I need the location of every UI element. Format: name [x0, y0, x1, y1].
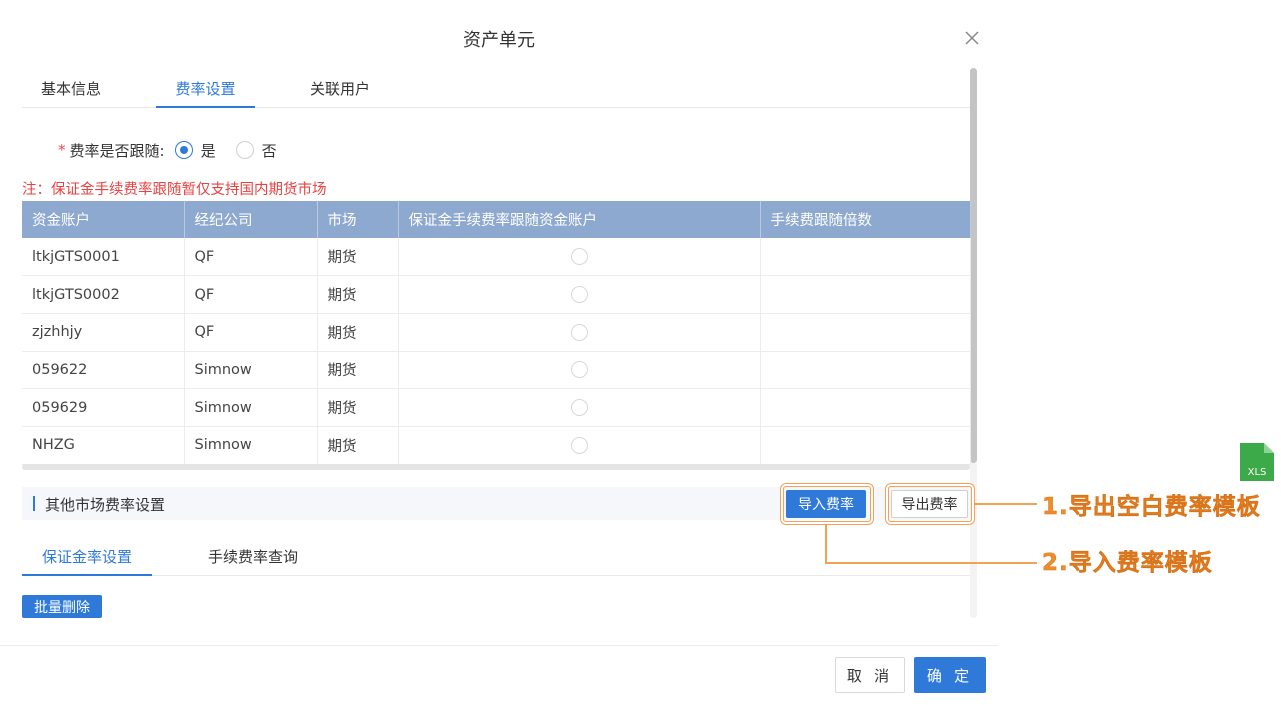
radio-no[interactable] [235, 141, 254, 159]
cancel-button[interactable]: 取 消 [835, 657, 905, 693]
header-follow-account: 保证金手续费率跟随资金账户 [398, 201, 761, 238]
table-row: ltkjGTS0001 QF 期货 [22, 238, 971, 277]
batch-delete-button[interactable]: 批量删除 [22, 595, 102, 618]
cell-follow-multiple[interactable] [760, 388, 971, 427]
cell-follow-account [398, 426, 761, 465]
cell-market: 期货 [317, 351, 399, 390]
cell-account: NHZG [22, 426, 185, 465]
cell-account: zjzhhjy [22, 313, 185, 352]
export-rate-button[interactable]: 导出费率 [891, 490, 968, 518]
rate-follow-field: * 费率是否跟随: 是 否 [58, 138, 283, 162]
radio-yes-label[interactable]: 是 [201, 140, 216, 161]
cell-account: 059622 [22, 351, 185, 390]
header-market: 市场 [317, 201, 399, 238]
import-annotation-text: 2.导入费率模板 [1042, 550, 1213, 577]
tab-fee-rate-query[interactable]: 手续费率查询 [190, 538, 316, 576]
cell-follow-account [398, 238, 761, 277]
close-icon[interactable] [962, 28, 982, 48]
cell-account: ltkjGTS0001 [22, 238, 185, 277]
accounts-table: 资金账户 经纪公司 市场 保证金手续费率跟随资金账户 手续费跟随倍数 ltkjG… [22, 201, 971, 465]
cell-broker: Simnow [184, 351, 318, 390]
cell-account: 059629 [22, 388, 185, 427]
row-radio[interactable] [570, 399, 588, 417]
row-radio[interactable] [570, 248, 588, 266]
cell-follow-account [398, 351, 761, 390]
dialog-title: 资产单元 [463, 30, 535, 51]
top-tabs: 基本信息 费率设置 关联用户 [22, 70, 970, 108]
cell-follow-multiple[interactable] [760, 351, 971, 390]
tab-margin-rate[interactable]: 保证金率设置 [22, 538, 152, 576]
header-follow-multiple: 手续费跟随倍数 [760, 201, 971, 238]
cell-account: ltkjGTS0002 [22, 275, 185, 314]
cell-follow-multiple[interactable] [760, 238, 971, 277]
header-account: 资金账户 [22, 201, 185, 238]
table-row: NHZG Simnow 期货 [22, 426, 971, 465]
import-rate-button[interactable]: 导入费率 [786, 490, 866, 518]
cell-follow-multiple[interactable] [760, 426, 971, 465]
cell-broker: QF [184, 275, 318, 314]
cell-follow-account [398, 275, 761, 314]
required-mark: * [58, 141, 66, 159]
footer-divider [0, 645, 998, 646]
cell-broker: QF [184, 313, 318, 352]
cell-market: 期货 [317, 388, 399, 427]
row-radio[interactable] [570, 361, 588, 379]
row-radio[interactable] [570, 436, 588, 454]
section-marker [33, 496, 35, 511]
section-title: 其他市场费率设置 [45, 496, 166, 514]
table-row: 059629 Simnow 期货 [22, 388, 971, 427]
table-row: zjzhhjy QF 期货 [22, 313, 971, 352]
row-radio[interactable] [570, 286, 588, 304]
cell-market: 期货 [317, 426, 399, 465]
cell-broker: Simnow [184, 388, 318, 427]
cell-broker: Simnow [184, 426, 318, 465]
confirm-button[interactable]: 确 定 [914, 657, 986, 693]
cell-market: 期货 [317, 313, 399, 352]
bottom-tabs: 保证金率设置 手续费率查询 [22, 538, 970, 576]
cell-market: 期货 [317, 275, 399, 314]
radio-no-label[interactable]: 否 [262, 140, 277, 161]
follow-note: 注：保证金手续费率跟随暂仅支持国内期货市场 [22, 182, 327, 198]
cell-follow-account [398, 388, 761, 427]
tab-linked-users[interactable]: 关联用户 [292, 70, 388, 108]
table-row: 059622 Simnow 期货 [22, 351, 971, 390]
export-annotation-text: 1.导出空白费率模板 [1042, 494, 1261, 521]
cell-market: 期货 [317, 238, 399, 277]
tab-rate-settings[interactable]: 费率设置 [156, 70, 255, 108]
table-header-row: 资金账户 经纪公司 市场 保证金手续费率跟随资金账户 手续费跟随倍数 [22, 201, 971, 238]
cell-follow-multiple[interactable] [760, 313, 971, 352]
radio-yes[interactable] [174, 141, 193, 159]
xls-icon-label: XLS [1248, 467, 1267, 478]
asset-unit-dialog: 资产单元 基本信息 费率设置 关联用户 * 费率是否跟随: 是 否 注：保证金手… [0, 0, 1281, 705]
row-radio[interactable] [570, 323, 588, 341]
cell-follow-multiple[interactable] [760, 275, 971, 314]
cell-broker: QF [184, 238, 318, 277]
tab-basic-info[interactable]: 基本信息 [22, 70, 120, 108]
xls-file-icon[interactable]: XLS [1238, 443, 1274, 481]
header-broker: 经纪公司 [184, 201, 318, 238]
table-row: ltkjGTS0002 QF 期货 [22, 275, 971, 314]
rate-follow-label: 费率是否跟随: [69, 141, 165, 160]
cell-follow-account [398, 313, 761, 352]
vertical-scrollbar-thumb[interactable] [970, 68, 977, 463]
export-annotation-line [975, 503, 1037, 505]
horizontal-scrollbar[interactable] [22, 464, 970, 470]
